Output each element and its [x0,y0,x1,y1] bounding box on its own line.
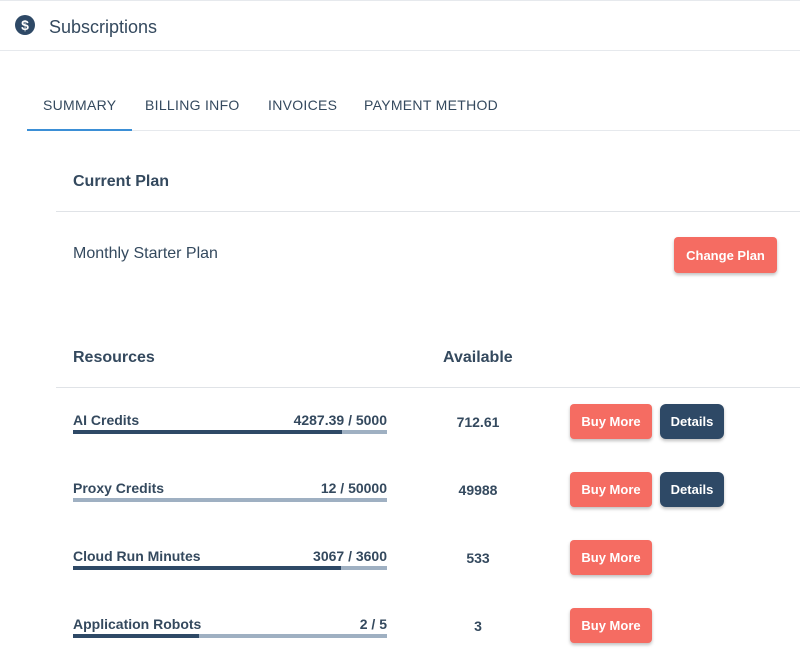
resource-name: Cloud Run Minutes [73,548,201,564]
resource-row-proxy-credits: Proxy Credits 12 / 50000 49988 Buy More … [0,472,800,532]
tab-payment-method[interactable]: PAYMENT METHOD [364,80,498,130]
buy-more-button[interactable]: Buy More [570,404,652,439]
buy-more-button[interactable]: Buy More [570,608,652,643]
resource-usage: 4287.39 / 5000 [293,412,387,428]
resource-usage: 3067 / 3600 [313,548,387,564]
usage-progress-bar [73,566,387,570]
resource-available: 712.61 [456,414,500,430]
resource-name: AI Credits [73,412,140,428]
plan-name: Monthly Starter Plan [73,245,218,262]
page-title: Subscriptions [49,17,158,37]
usage-progress-bar [73,634,387,638]
tab-invoices[interactable]: INVOICES [268,80,337,130]
tab-bar: SUMMARY BILLING INFO INVOICES PAYMENT ME… [26,80,800,131]
resource-usage: 2 / 5 [359,616,387,632]
resource-available: 3 [474,618,482,634]
dollar-circle-icon: $ [15,15,35,35]
resource-available: 49988 [458,482,498,498]
resources-column-header: Resources [73,349,155,366]
details-button[interactable]: Details [660,472,724,507]
divider [56,387,800,388]
svg-text:$: $ [21,17,29,33]
buy-more-button[interactable]: Buy More [570,472,652,507]
usage-progress-bar [73,430,387,434]
current-plan-heading: Current Plan [73,173,170,190]
resource-name: Application Robots [73,616,202,632]
resource-row-ai-credits: AI Credits 4287.39 / 5000 712.61 Buy Mor… [0,404,800,464]
page-header: $ Subscriptions [0,0,800,51]
change-plan-button[interactable]: Change Plan [674,237,777,273]
resource-row-application-robots: Application Robots 2 / 5 3 Buy More [0,608,800,668]
details-button[interactable]: Details [660,404,724,439]
available-column-header: Available [443,349,513,366]
resource-available: 533 [466,550,490,566]
divider [56,211,800,212]
tab-summary[interactable]: SUMMARY [26,80,133,131]
usage-progress-bar [73,498,387,502]
resource-name: Proxy Credits [73,480,165,496]
tab-billing-info[interactable]: BILLING INFO [145,80,240,130]
resource-row-cloud-run-minutes: Cloud Run Minutes 3067 / 3600 533 Buy Mo… [0,540,800,600]
buy-more-button[interactable]: Buy More [570,540,652,575]
resource-usage: 12 / 50000 [320,480,387,496]
